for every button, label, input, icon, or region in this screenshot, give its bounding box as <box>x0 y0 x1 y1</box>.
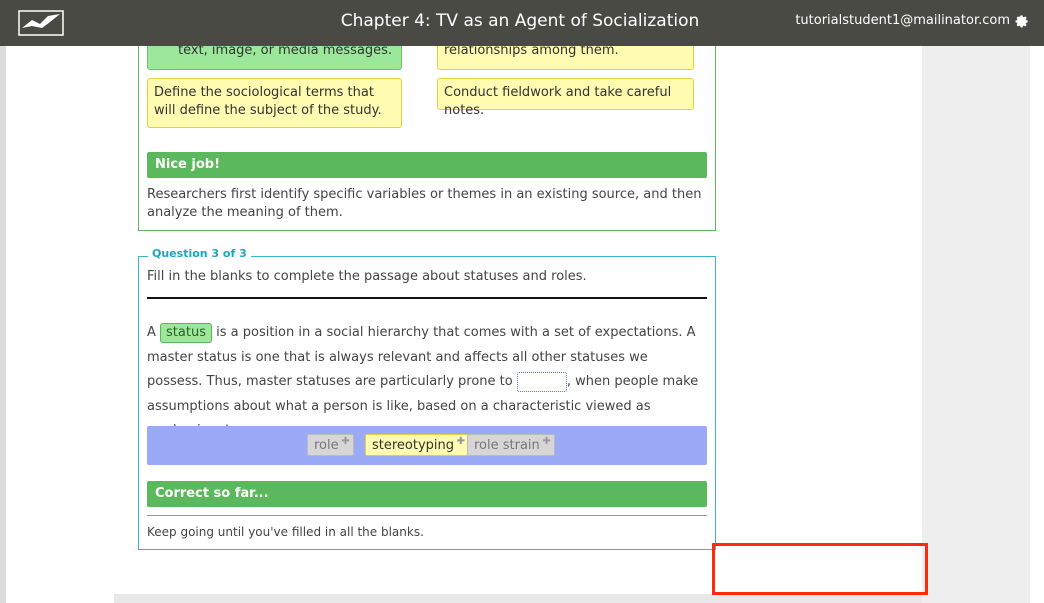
question-legend: Question 3 of 3 <box>148 247 251 260</box>
blank-2-empty[interactable] <box>516 371 567 392</box>
prompt-divider <box>147 297 707 299</box>
word-bank: role ✚ stereotyping ✚ role strain ✚ <box>147 426 707 465</box>
user-email[interactable]: tutorialstudent1@mailinator.com <box>795 13 1010 28</box>
word-chip-role-strain[interactable]: role strain ✚ <box>467 434 555 456</box>
plus-icon: ✚ <box>456 436 466 447</box>
word-chip-stereotyping[interactable]: stereotyping ✚ <box>365 434 470 456</box>
bird-logo-icon[interactable] <box>18 10 64 36</box>
chip-label: role <box>314 438 339 453</box>
top-header: Chapter 4: TV as an Agent of Socializati… <box>0 0 1044 46</box>
left-edge <box>0 46 6 603</box>
card-placed[interactable]: Conduct fieldwork and take careful notes… <box>437 78 694 118</box>
chapter-title: Chapter 4: TV as an Agent of Socializati… <box>340 11 700 31</box>
question-2-feedback: Researchers first identify specific vari… <box>147 187 702 220</box>
word-chip-role[interactable]: role ✚ <box>307 434 354 456</box>
bottom-edge <box>114 594 922 603</box>
chip-label: stereotyping <box>372 438 455 453</box>
feedback-divider <box>147 515 707 516</box>
chip-label: role strain <box>474 438 540 453</box>
plus-icon: ✚ <box>542 436 551 447</box>
passage-text: A <box>147 325 161 340</box>
card-placed[interactable]: Define the sociological terms that will … <box>147 78 402 128</box>
card-text: Define the sociological terms that will … <box>154 85 382 118</box>
plus-icon: ✚ <box>341 436 350 447</box>
correct-so-far-banner: Correct so far... <box>147 481 707 507</box>
highlight-box <box>712 543 928 595</box>
question-3-feedback: Keep going until you've filled in all th… <box>147 525 424 539</box>
right-edge <box>1030 46 1044 603</box>
blank-1-filled[interactable]: status <box>160 323 212 343</box>
question-prompt: Fill in the blanks to complete the passa… <box>147 269 587 284</box>
nice-job-banner: Nice job! <box>147 152 707 178</box>
gear-icon[interactable] <box>1012 12 1030 30</box>
